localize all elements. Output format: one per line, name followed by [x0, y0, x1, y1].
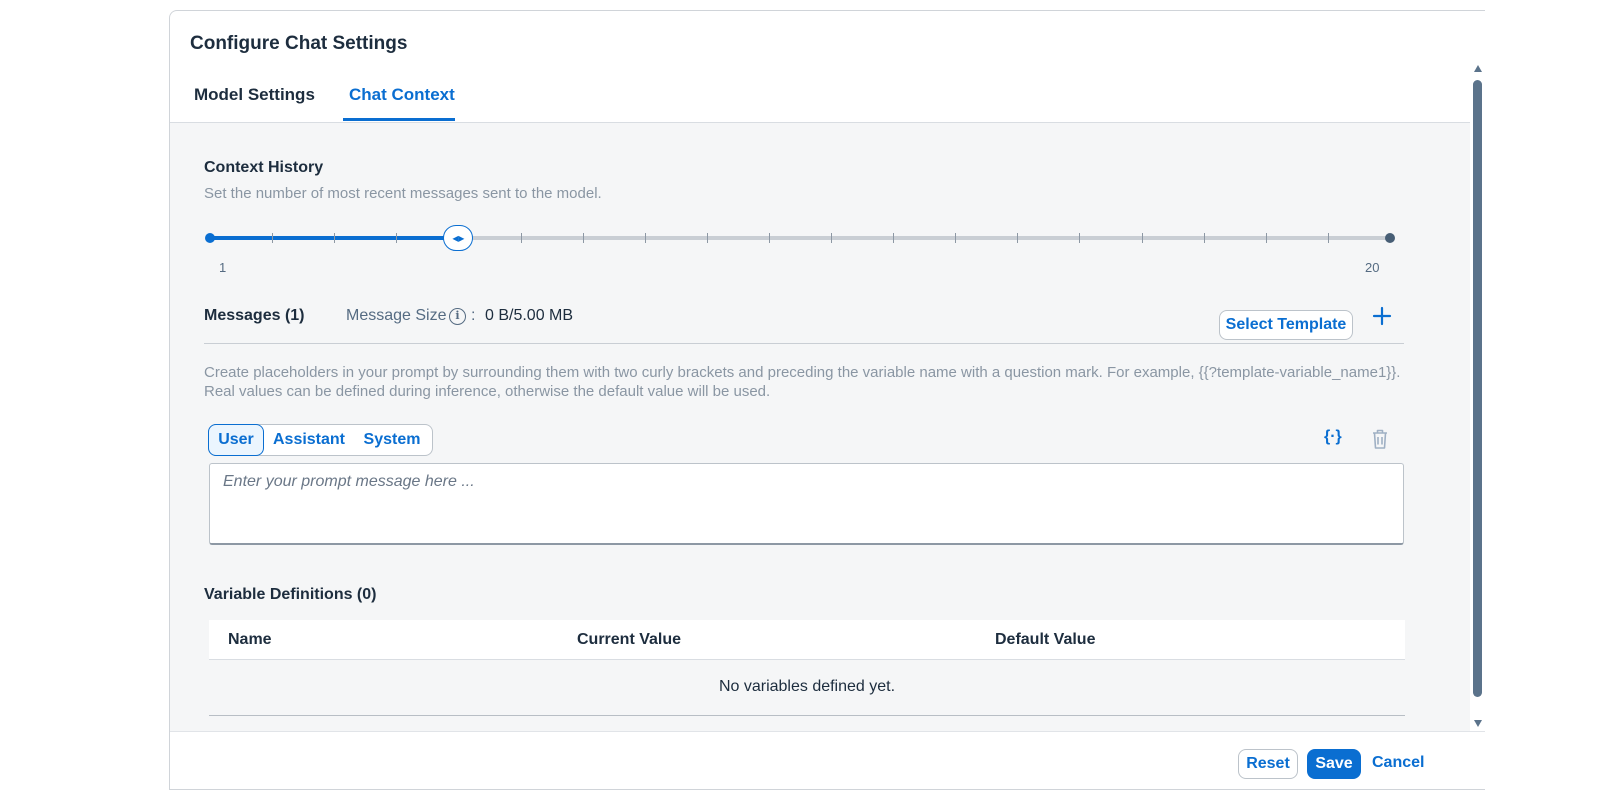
slider-tick [706, 233, 708, 243]
role-segmented-button: User Assistant System [208, 424, 433, 456]
variable-definitions-title: Variable Definitions (0) [204, 586, 377, 603]
slider-handle[interactable]: ◂▸ [443, 225, 474, 251]
add-message-icon[interactable] [1370, 304, 1394, 328]
slider-tick [520, 233, 522, 243]
message-size-label: Message Size [346, 307, 447, 324]
save-button[interactable]: Save [1307, 749, 1361, 779]
slider-tick [1327, 233, 1329, 243]
vertical-scrollbar[interactable] [1470, 63, 1485, 729]
message-size-value: 0 B/5.00 MB [485, 307, 574, 324]
variable-definitions-table: Name Current Value Default Value No vari… [209, 620, 1405, 716]
select-template-button[interactable]: Select Template [1219, 310, 1353, 340]
slider-tick [334, 233, 336, 243]
slider-max-label: 20 [1365, 260, 1380, 275]
slider-tick [955, 233, 957, 243]
context-history-title: Context History [204, 159, 324, 176]
scroll-down-arrow-icon[interactable] [1474, 720, 1482, 727]
cancel-button[interactable]: Cancel [1372, 754, 1424, 772]
chat-context-panel: Context History Set the number of most r… [170, 123, 1470, 759]
slider-tick [1265, 233, 1267, 243]
slider-tick [768, 233, 770, 243]
slider-min-dot [205, 233, 215, 243]
slider-max-dot [1385, 233, 1395, 243]
slider-tick [396, 233, 398, 243]
slider-tick [1203, 233, 1205, 243]
slider-tick [1141, 233, 1143, 243]
context-history-description: Set the number of most recent messages s… [204, 185, 602, 202]
table-header: Name Current Value Default Value [209, 620, 1405, 660]
slider-tick [893, 233, 895, 243]
message-size-colon: : [471, 307, 476, 324]
role-system-button[interactable]: System [353, 424, 431, 456]
slider-tick [644, 233, 646, 243]
slider-tick [582, 233, 584, 243]
placeholder-hint: Create placeholders in your prompt by su… [204, 364, 1401, 400]
slider-tick [831, 233, 833, 243]
table-body: No variables defined yet. [209, 660, 1405, 716]
slider-tick [1079, 233, 1081, 243]
slider-tick [272, 233, 274, 243]
tab-model-settings[interactable]: Model Settings [194, 85, 315, 105]
slider-handle-arrows-icon: ◂▸ [452, 231, 465, 245]
scroll-up-arrow-icon[interactable] [1474, 65, 1482, 72]
column-header-default-value: Default Value [995, 631, 1096, 648]
tab-selected-indicator [343, 118, 455, 121]
slider-tick [1017, 233, 1019, 243]
slider-min-label: 1 [219, 260, 227, 275]
column-header-name: Name [228, 631, 272, 648]
tab-bar: Model Settings Chat Context [170, 69, 1470, 123]
configure-chat-settings-dialog: Configure Chat Settings Model Settings C… [169, 10, 1485, 790]
scrollbar-thumb[interactable] [1473, 80, 1482, 697]
role-user-button[interactable]: User [208, 424, 264, 456]
column-header-current-value: Current Value [577, 631, 682, 648]
messages-title: Messages (1) [204, 307, 305, 324]
messages-divider [204, 343, 1404, 344]
role-assistant-button[interactable]: Assistant [265, 424, 353, 456]
prompt-message-input[interactable] [209, 463, 1404, 545]
dialog-title: Configure Chat Settings [190, 33, 408, 54]
tab-chat-context[interactable]: Chat Context [349, 85, 455, 105]
context-history-slider[interactable]: ◂▸ [205, 225, 1400, 251]
no-data-text: No variables defined yet. [718, 678, 896, 695]
insert-variable-icon[interactable]: {·} [1324, 428, 1342, 446]
dialog-footer: Reset Save Cancel [170, 731, 1485, 789]
info-icon[interactable]: i [449, 308, 466, 325]
reset-button[interactable]: Reset [1238, 749, 1298, 779]
delete-message-icon[interactable] [1371, 428, 1389, 450]
